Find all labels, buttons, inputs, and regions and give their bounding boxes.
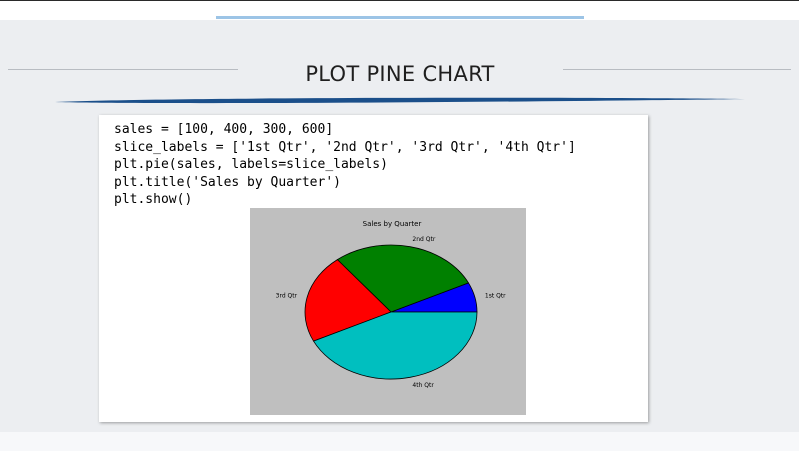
code-line: plt.pie(sales, labels=slice_labels) [114, 157, 388, 172]
pie-slice-label: 2nd Qtr [412, 236, 435, 243]
pie-chart: Sales by Quarter 1st Qtr 2nd Qtr 3rd Qtr 4t… [276, 220, 507, 389]
pie-slice-label: 4th Qtr [412, 382, 434, 389]
footer-band [0, 432, 799, 451]
code-line: plt.title('Sales by Quarter') [114, 174, 341, 190]
code-line: slice_labels = ['1st Qtr', '2nd Qtr', '3… [114, 139, 576, 155]
chart-title: Sales by Quarter [363, 220, 422, 228]
pie-slice-label: 3rd Qtr [276, 292, 298, 299]
code-block: sales = [100, 400, 300, 600] slice_labels… [114, 121, 576, 209]
title-underline-swoosh [55, 97, 745, 104]
code-line: sales = [100, 400, 300, 600] [114, 122, 334, 137]
code-line: plt.show() [114, 192, 193, 207]
top-accent-bar [216, 16, 584, 19]
pie-slice-label: 1st Qtr [485, 292, 506, 299]
pie-chart-panel: Sales by Quarter 1st Qtr 2nd Qtr 3rd Qtr 4t… [250, 208, 526, 415]
pie-slices [304, 244, 478, 380]
slide-title: PLOT PINE CHART [305, 62, 495, 86]
